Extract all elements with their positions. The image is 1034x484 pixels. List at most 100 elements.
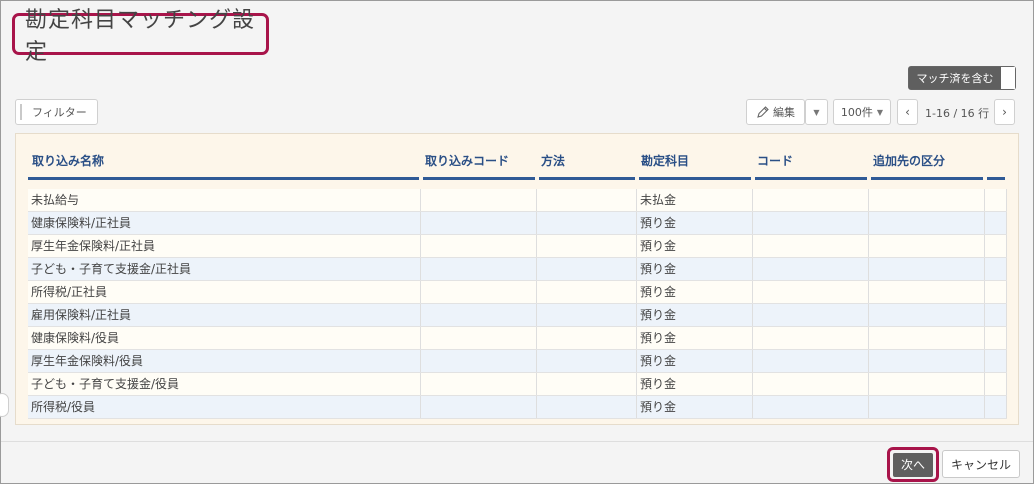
col-header-import-code[interactable]: 取り込みコード [425,152,509,169]
cell-category [869,350,985,372]
filter-label: フィルター [32,106,87,119]
cell-method [537,235,637,257]
chevron-down-icon: ▼ [813,107,820,117]
cell-extra [985,373,1007,395]
cell-import-code [421,281,537,303]
cell-method [537,350,637,372]
cell-account: 預り金 [637,373,753,395]
table-row[interactable]: 健康保険料/役員 預り金 [28,327,1007,350]
toggle-knob[interactable] [1001,67,1015,89]
pencil-icon [757,106,769,118]
cell-code [753,396,869,418]
table-row[interactable]: 所得税/役員 預り金 [28,396,1007,419]
table-row[interactable]: 健康保険料/正社員 預り金 [28,212,1007,235]
cell-account: 預り金 [637,212,753,234]
cell-code [753,235,869,257]
cell-extra [985,212,1007,234]
cancel-button[interactable]: キャンセル [942,450,1020,478]
cell-import-code [421,350,537,372]
cell-import-code [421,327,537,349]
cell-code [753,189,869,211]
cell-import-code [421,189,537,211]
cell-account: 未払金 [637,189,753,211]
cell-category [869,327,985,349]
cell-method [537,373,637,395]
edit-button[interactable]: 編集 [746,99,805,125]
cell-import-name: 所得税/正社員 [28,281,421,303]
cell-code [753,281,869,303]
cell-account: 預り金 [637,350,753,372]
footer-divider [1,441,1033,442]
col-rule [423,177,535,180]
cell-import-name: 子ども・子育て支援金/正社員 [28,258,421,280]
cell-code [753,258,869,280]
cell-category [869,189,985,211]
cell-code [753,373,869,395]
table-row[interactable]: 厚生年金保険料/正社員 預り金 [28,235,1007,258]
cell-category [869,235,985,257]
cell-extra [985,327,1007,349]
col-rule [755,177,867,180]
filter-bar-icon [20,104,22,120]
next-button[interactable]: 次へ [893,452,933,477]
cell-category [869,373,985,395]
prev-page-button[interactable]: ‹ [897,99,918,125]
table-body: 未払給与 未払金 健康保険料/正社員 預り金 厚生年金保険料/正社員 預り金 子… [28,189,1007,419]
col-rule [639,177,751,180]
table-row[interactable]: 厚生年金保険料/役員 預り金 [28,350,1007,373]
next-page-button[interactable]: › [994,99,1015,125]
panel-resize-handle[interactable] [0,393,9,417]
col-rule [539,177,635,180]
cell-import-code [421,258,537,280]
next-button-highlight: 次へ [887,447,939,482]
cell-code [753,350,869,372]
cell-account: 預り金 [637,235,753,257]
col-header-method[interactable]: 方法 [541,152,565,169]
page-title-text: 勘定科目マッチング設定 [25,8,256,65]
dialog-window: 勘定科目マッチング設定 マッチ済を含む フィルター 編集 ▼ 100件 ▼ ‹ … [0,0,1034,484]
cell-import-name: 健康保険料/正社員 [28,212,421,234]
table-row[interactable]: 雇用保険料/正社員 預り金 [28,304,1007,327]
rows-per-page-select[interactable]: 100件 ▼ [833,99,891,125]
cell-category [869,258,985,280]
cell-method [537,327,637,349]
col-header-import-name[interactable]: 取り込み名称 [32,152,104,169]
col-header-category[interactable]: 追加先の区分 [873,152,945,169]
edit-dropdown-button[interactable]: ▼ [805,99,828,125]
cell-code [753,327,869,349]
cell-extra [985,304,1007,326]
include-matched-toggle[interactable]: マッチ済を含む [908,66,1016,90]
chevron-right-icon: › [1002,105,1007,119]
cell-import-code [421,396,537,418]
cell-category [869,396,985,418]
cell-extra [985,235,1007,257]
cell-import-name: 未払給与 [28,189,421,211]
cell-code [753,304,869,326]
cell-account: 預り金 [637,396,753,418]
table-row[interactable]: 未払給与 未払金 [28,189,1007,212]
page-title: 勘定科目マッチング設定 [12,8,269,65]
cell-method [537,189,637,211]
cell-import-name: 厚生年金保険料/役員 [28,350,421,372]
cell-import-code [421,373,537,395]
table-panel: 取り込み名称 取り込みコード 方法 勘定科目 コード 追加先の区分 未払給与 未… [15,133,1019,425]
col-rule [987,177,1005,180]
pagination-range: 1-16 / 16 行 [925,107,990,120]
col-header-code[interactable]: コード [757,152,793,169]
cell-account: 預り金 [637,281,753,303]
table-row[interactable]: 子ども・子育て支援金/役員 預り金 [28,373,1007,396]
filter-button[interactable]: フィルター [15,99,98,125]
table-row[interactable]: 所得税/正社員 預り金 [28,281,1007,304]
table-row[interactable]: 子ども・子育て支援金/正社員 預り金 [28,258,1007,281]
col-header-account[interactable]: 勘定科目 [641,152,689,169]
cell-extra [985,281,1007,303]
rows-per-page-value: 100件 [840,106,873,119]
cell-account: 預り金 [637,258,753,280]
cell-extra [985,350,1007,372]
cell-method [537,396,637,418]
cell-import-name: 雇用保険料/正社員 [28,304,421,326]
cell-import-name: 子ども・子育て支援金/役員 [28,373,421,395]
cell-import-name: 健康保険料/役員 [28,327,421,349]
cell-method [537,258,637,280]
cell-category [869,304,985,326]
